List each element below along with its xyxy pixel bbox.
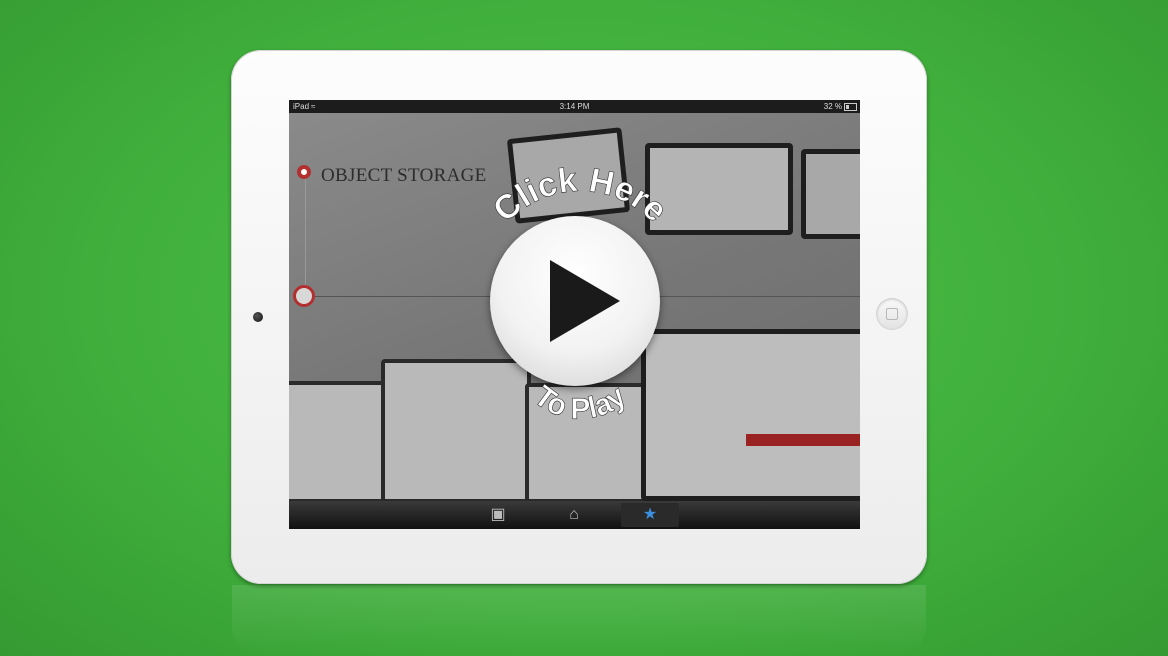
front-camera-icon [253,312,263,322]
home-button[interactable] [876,298,908,330]
camera-icon[interactable]: ▣ [469,503,527,527]
battery-icon [844,103,857,111]
play-overlay-text[interactable]: Click Here To Play [460,161,700,440]
clock: 3:14 PM [559,102,590,111]
slide-thumbnail [289,381,389,503]
monitor-thumbnail [801,149,860,239]
click-here-text[interactable]: Click Here [486,161,675,230]
status-bar: iPad ≈ 3:14 PM 32 % [289,100,860,113]
star-icon[interactable]: ★ [621,503,679,527]
bottom-toolbar: ▣ ⌂ ★ [289,501,860,529]
title-marker-icon [297,165,311,179]
timeline-node[interactable] [293,285,315,307]
to-play-text[interactable]: To Play [528,379,633,426]
timeline-line [305,179,306,289]
home-icon[interactable]: ⌂ [545,503,603,527]
ipad-reflection [232,585,926,656]
battery-percent: 32 % [823,102,842,111]
